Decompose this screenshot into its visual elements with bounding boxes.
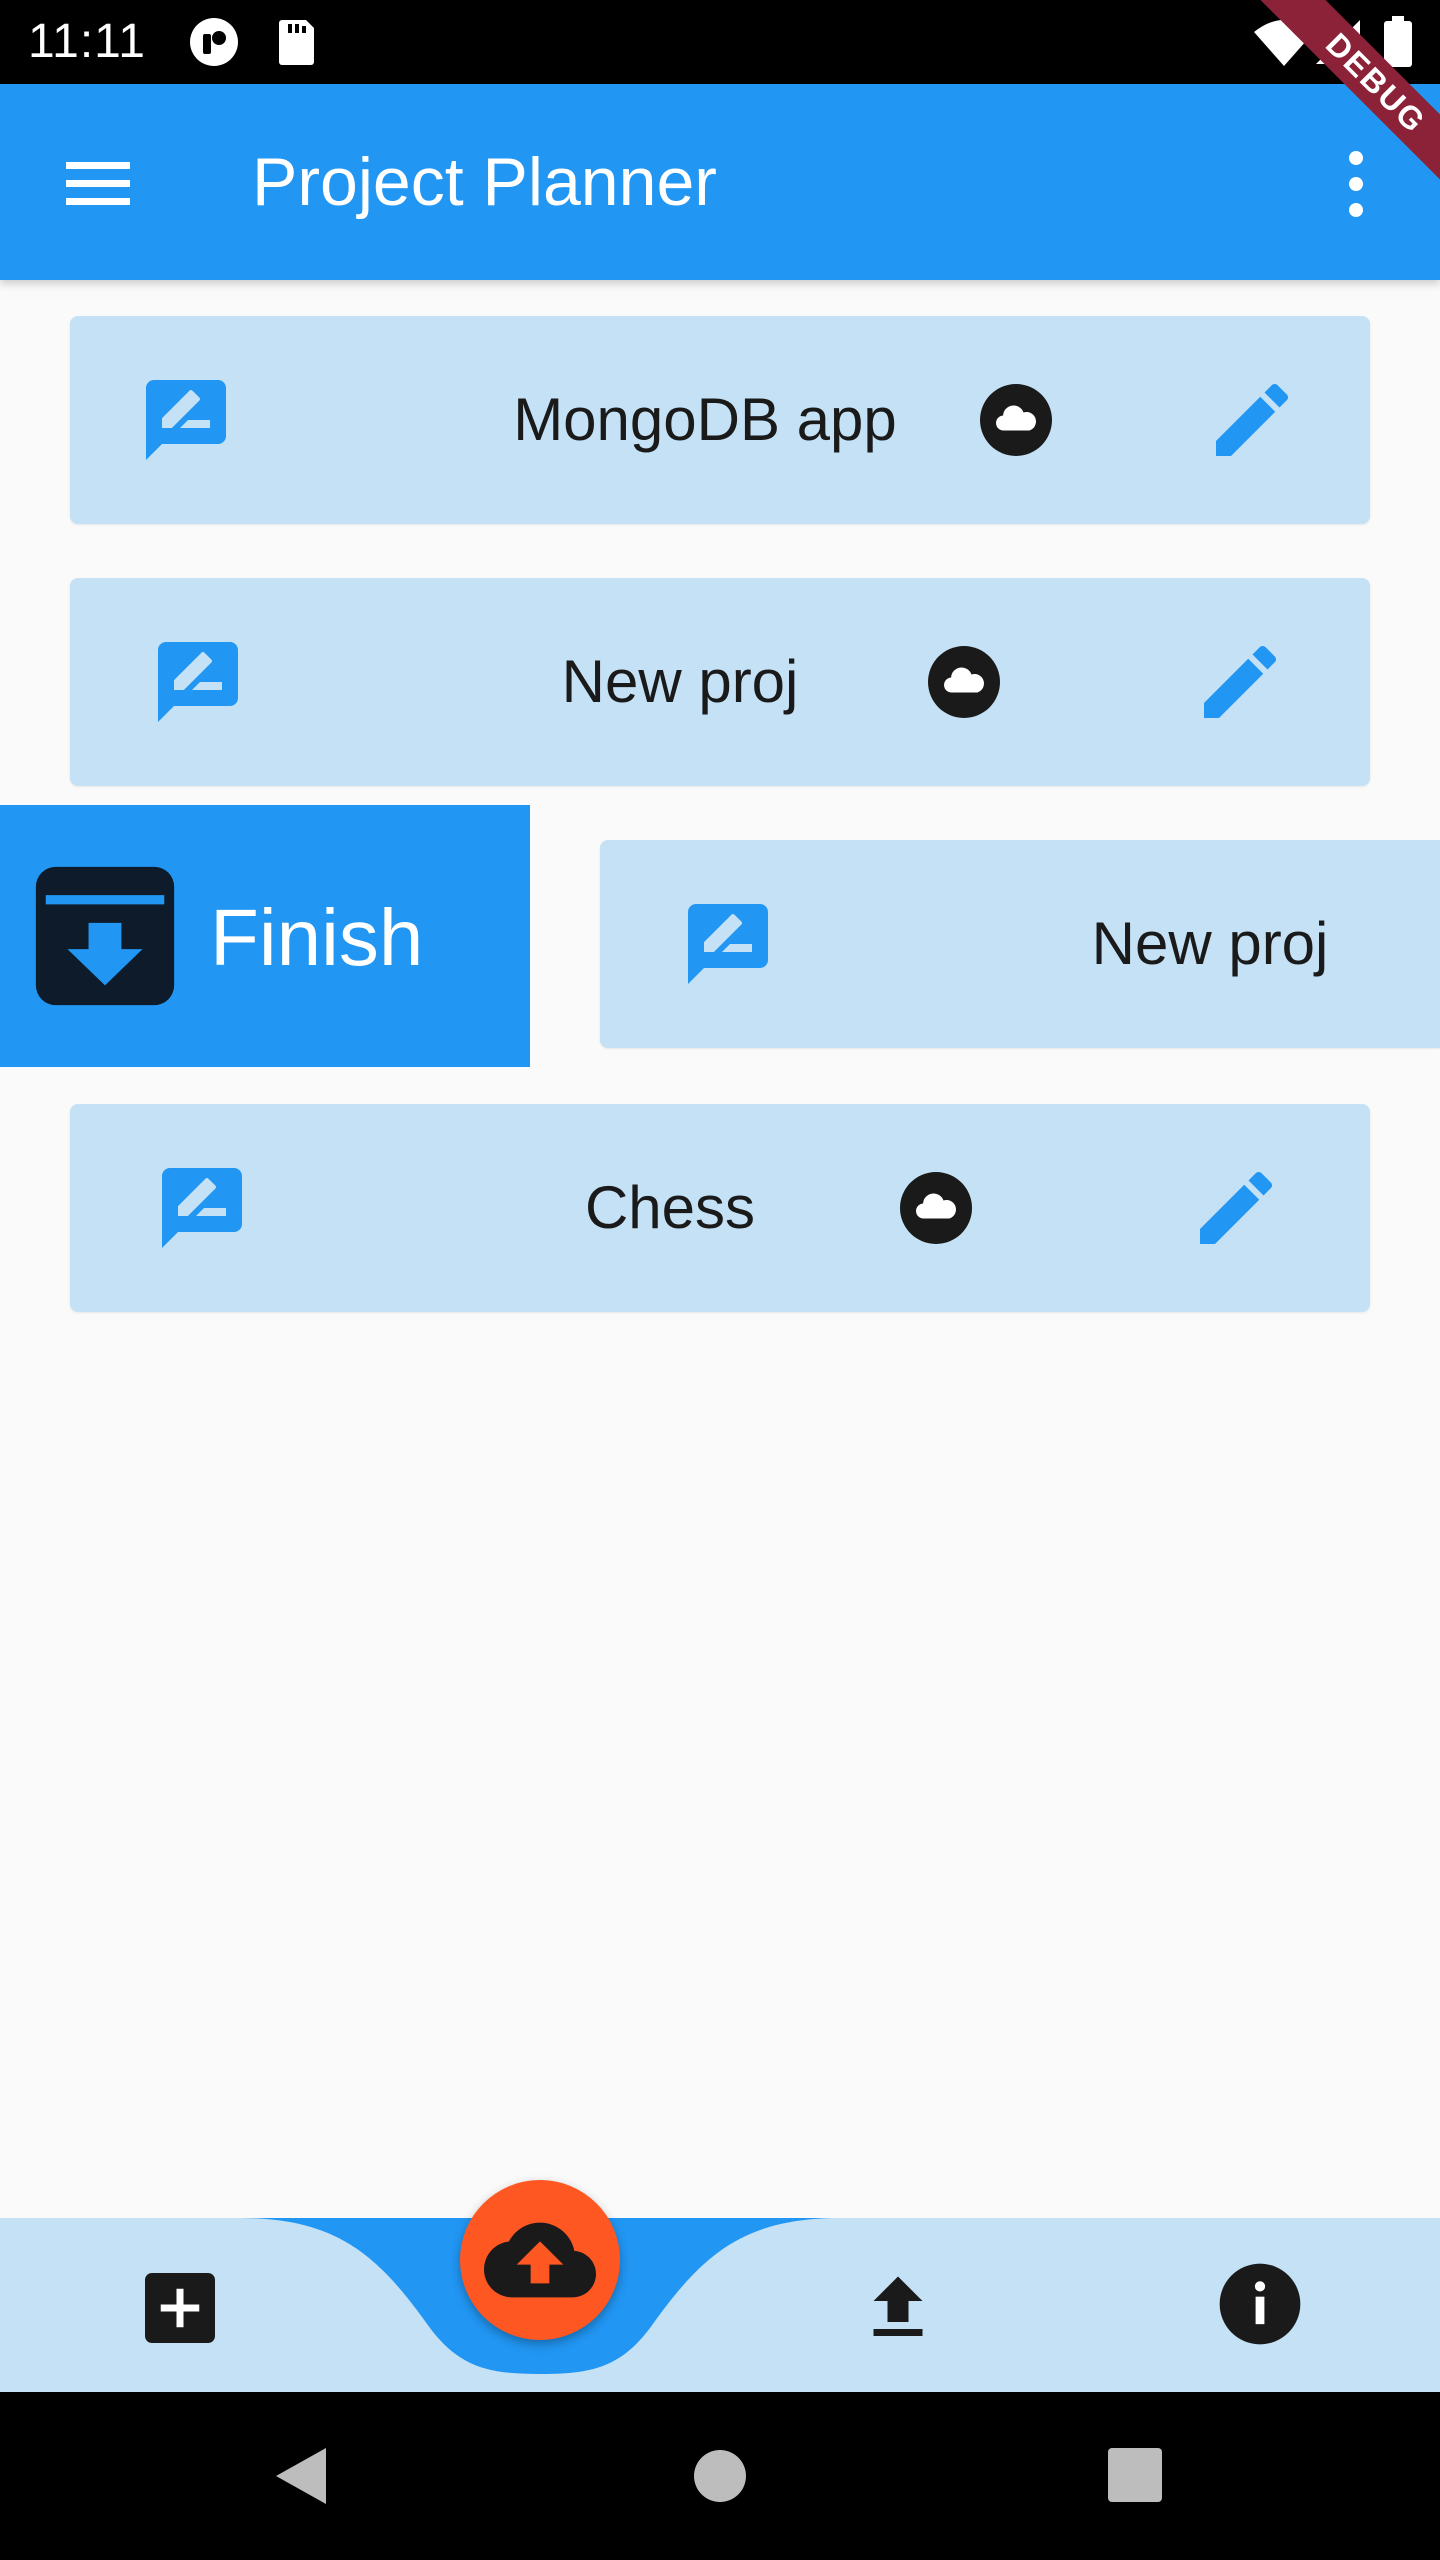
system-nav-bar [0, 2392, 1440, 2560]
cloud-icon[interactable] [980, 384, 1052, 456]
more-vert-icon[interactable] [1320, 142, 1392, 226]
edit-icon[interactable] [1204, 372, 1300, 468]
project-card[interactable]: New proj [600, 840, 1440, 1048]
cloud-upload-icon [484, 2222, 596, 2298]
sd-card-icon [279, 20, 314, 65]
swipe-finish-action[interactable]: Finish [0, 805, 530, 1067]
upload-icon[interactable] [856, 2266, 940, 2350]
edit-icon[interactable] [1188, 1160, 1284, 1256]
cloud-icon[interactable] [900, 1172, 972, 1244]
swipe-action-label: Finish [210, 893, 424, 982]
project-title: MongoDB app [513, 386, 897, 453]
notification-icon [190, 18, 238, 66]
battery-icon [1384, 16, 1412, 67]
bottom-app-bar [0, 2218, 1440, 2392]
project-title: Chess [584, 1174, 756, 1241]
rate-review-icon [162, 1168, 242, 1248]
app-bar: Project Planner [0, 84, 1440, 280]
recents-icon[interactable] [1108, 2448, 1162, 2502]
project-card[interactable]: Chess [70, 1104, 1370, 1312]
project-card[interactable]: New proj [70, 578, 1370, 786]
rate-review-icon [158, 642, 238, 722]
signal-icon [1316, 20, 1360, 64]
project-title: New proj [1091, 910, 1329, 977]
add-box-icon[interactable] [138, 2266, 222, 2350]
back-icon[interactable] [270, 2444, 334, 2508]
rate-review-icon [146, 380, 226, 460]
info-icon[interactable] [1216, 2260, 1304, 2348]
wifi-icon [1254, 20, 1314, 66]
edit-icon[interactable] [1192, 634, 1288, 730]
cloud-icon[interactable] [928, 646, 1000, 718]
project-title: New proj [561, 648, 799, 715]
status-time: 11:11 [28, 15, 146, 68]
project-card[interactable]: MongoDB app [70, 316, 1370, 524]
sync-fab-button[interactable] [460, 2180, 620, 2340]
archive-icon [35, 866, 175, 1006]
menu-icon[interactable] [56, 142, 140, 226]
page-title: Project Planner [252, 144, 717, 220]
status-bar: 11:11 [0, 0, 1440, 84]
rate-review-icon [688, 904, 768, 984]
home-icon[interactable] [692, 2448, 748, 2504]
